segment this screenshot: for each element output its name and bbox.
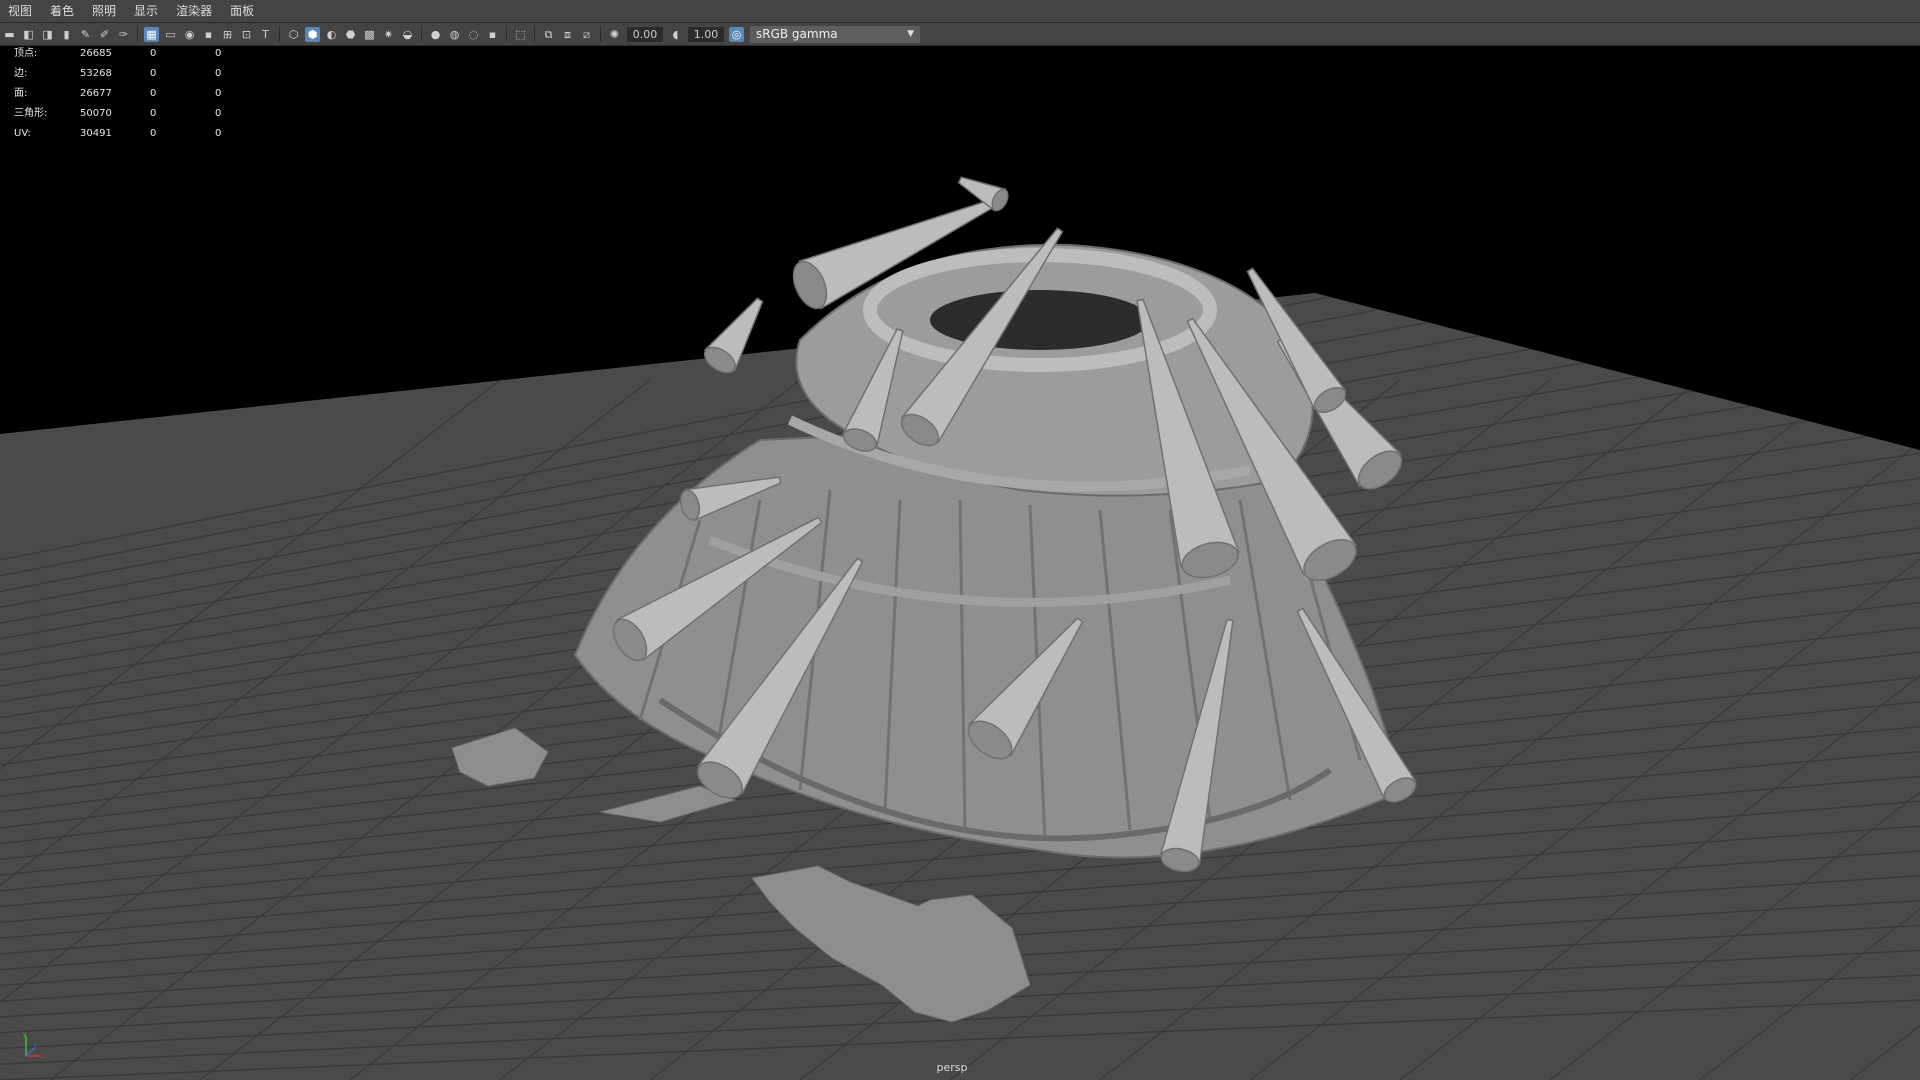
gamma-icon[interactable]: ◖ <box>668 27 683 42</box>
hud-value: 0 <box>150 128 157 139</box>
hud-label: UV: <box>14 128 31 139</box>
z-axis-line <box>25 1047 35 1057</box>
toolbar-separator <box>600 26 601 42</box>
hud-value: 53268 <box>80 68 112 79</box>
viewport-menubar: 视图 着色 照明 显示 渲染器 面板 <box>0 0 1920 23</box>
two-d-pan-icon[interactable]: ✑ <box>116 27 131 42</box>
toolbar-separator <box>506 26 507 42</box>
hud-row-triangles: 三角形: 50070 0 0 <box>14 104 265 124</box>
z-axis-label: z <box>34 1043 37 1050</box>
wireframe-on-shaded-icon[interactable]: ⬣ <box>343 27 358 42</box>
3d-viewport[interactable] <box>0 45 1920 1080</box>
toolbar-separator <box>137 26 138 42</box>
hud-value: 50070 <box>80 108 112 119</box>
xray-active-icon[interactable]: ⧄ <box>579 27 594 42</box>
gamma-field[interactable] <box>688 26 724 42</box>
hud-value: 0 <box>150 88 157 99</box>
exposure-icon[interactable]: ✺ <box>607 27 622 42</box>
textured-icon[interactable]: ▩ <box>362 27 377 42</box>
viewport-toolbar: ▬ ◧ ◨ ▮ ✎ ✐ ✑ ▦ ▭ ◉ ▪ ⊞ ⊡ T ⬡ ⬢ ◐ ⬣ ▩ ✷ … <box>0 23 1920 46</box>
poly-count-hud: 顶点: 26685 0 0 边: 53268 0 0 面: 26677 0 0 … <box>14 44 265 144</box>
hud-value: 0 <box>215 108 222 119</box>
bookmark-icon[interactable]: ▮ <box>59 27 74 42</box>
hud-value: 0 <box>150 108 157 119</box>
menu-renderer[interactable]: 渲染器 <box>168 0 222 22</box>
safe-action-icon[interactable]: ⊡ <box>239 27 254 42</box>
hut-model <box>573 176 1417 873</box>
isolate-select-icon[interactable]: ⬚ <box>513 27 528 42</box>
hud-label: 面: <box>14 88 28 99</box>
motion-blur-icon[interactable]: ◍ <box>447 27 462 42</box>
grid-icon[interactable]: ▦ <box>144 26 159 42</box>
field-chart-icon[interactable]: ⊞ <box>220 27 235 42</box>
chevron-down-icon: ▼ <box>907 28 914 39</box>
color-management-icon[interactable]: ◎ <box>729 26 744 42</box>
hud-row-uvs: UV: 30491 0 0 <box>14 124 265 144</box>
hud-row-faces: 面: 26677 0 0 <box>14 84 265 104</box>
lights-icon[interactable]: ✷ <box>381 27 396 42</box>
resolution-gate-icon[interactable]: ◉ <box>182 27 197 42</box>
image-plane-icon[interactable]: ✎ <box>78 27 93 42</box>
exposure-field[interactable] <box>627 26 663 42</box>
camera-attributes-icon[interactable]: ◨ <box>40 27 55 42</box>
viewport-canvas[interactable] <box>0 45 1920 1080</box>
toolbar-separator <box>534 26 535 42</box>
hud-label: 边: <box>14 68 28 79</box>
xray-joints-icon[interactable]: ⧈ <box>560 27 575 42</box>
xray-icon[interactable]: ⧉ <box>541 27 556 42</box>
hut-top-opening <box>930 290 1150 350</box>
x-axis-label: x <box>41 1053 45 1060</box>
hud-value: 26685 <box>80 48 112 59</box>
camera-lock-icon[interactable]: ◧ <box>21 27 36 42</box>
axis-gizmo: y x z <box>20 1030 46 1064</box>
hud-value: 30491 <box>80 128 112 139</box>
toolbar-separator <box>279 26 280 42</box>
film-gate-icon[interactable]: ▭ <box>163 27 178 42</box>
screen-space-ao-icon[interactable]: ● <box>428 27 443 42</box>
anti-alias-icon[interactable]: ◌ <box>466 27 481 42</box>
hud-value: 0 <box>215 68 222 79</box>
camera-select-icon[interactable]: ▬ <box>2 27 17 42</box>
toolbar-separator <box>421 26 422 42</box>
shadows-icon[interactable]: ◒ <box>400 27 415 42</box>
safe-title-icon[interactable]: T <box>258 27 273 42</box>
default-material-icon[interactable]: ◐ <box>324 27 339 42</box>
depth-of-field-icon[interactable]: ▪ <box>485 27 500 42</box>
hud-value: 0 <box>150 48 157 59</box>
wireframe-icon[interactable]: ⬡ <box>286 27 301 42</box>
smooth-shade-icon[interactable]: ⬢ <box>305 26 320 42</box>
menu-view[interactable]: 视图 <box>0 0 42 22</box>
camera-name-label: persp <box>936 1061 968 1074</box>
hud-value: 0 <box>150 68 157 79</box>
hud-label: 顶点: <box>14 48 38 59</box>
color-space-value: sRGB gamma <box>756 26 838 41</box>
hud-row-edges: 边: 53268 0 0 <box>14 64 265 84</box>
hud-label: 三角形: <box>14 108 48 119</box>
color-space-dropdown[interactable]: sRGB gamma ▼ <box>750 25 920 43</box>
grease-pencil-icon[interactable]: ✐ <box>97 27 112 42</box>
menu-panels[interactable]: 面板 <box>222 0 264 22</box>
hud-value: 0 <box>215 128 222 139</box>
hud-value: 26677 <box>80 88 112 99</box>
menu-show[interactable]: 显示 <box>126 0 168 22</box>
hud-row-vertices: 顶点: 26685 0 0 <box>14 44 265 64</box>
y-axis-label: y <box>23 1031 27 1038</box>
hud-value: 0 <box>215 88 222 99</box>
menu-shading[interactable]: 着色 <box>42 0 84 22</box>
menu-lighting[interactable]: 照明 <box>84 0 126 22</box>
gate-mask-icon[interactable]: ▪ <box>201 27 216 42</box>
hud-value: 0 <box>215 48 222 59</box>
